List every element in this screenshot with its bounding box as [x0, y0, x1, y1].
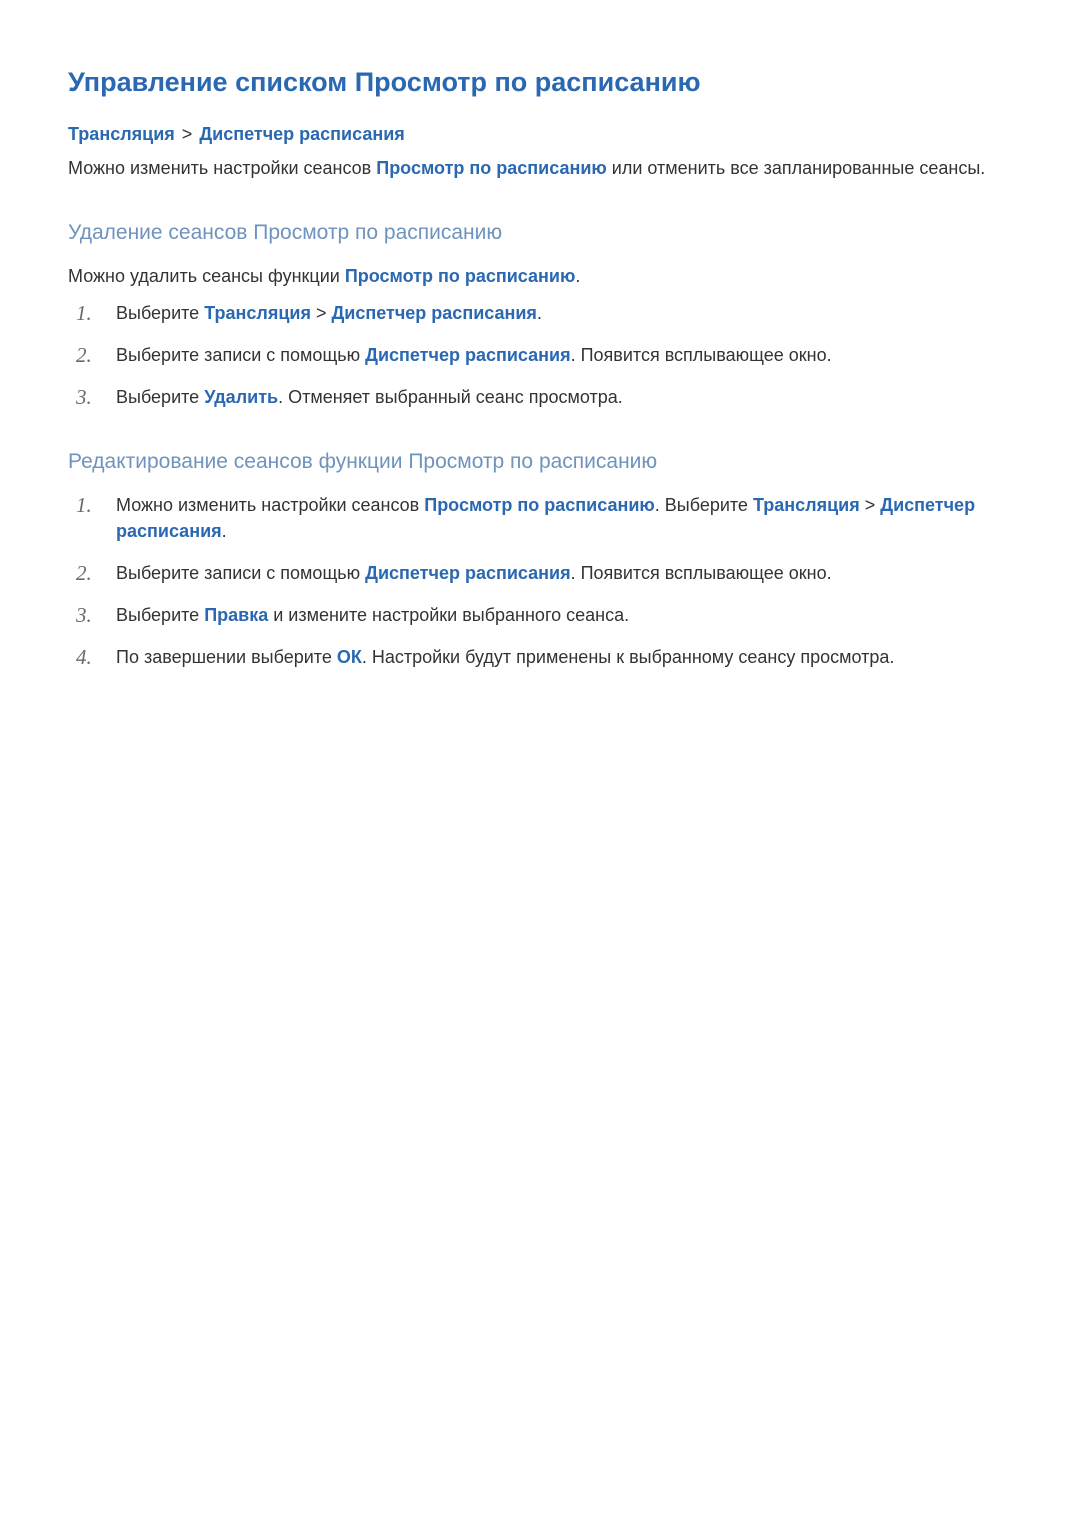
list-item: Можно изменить настройки сеансов Просмот…	[112, 492, 1012, 544]
text: >	[311, 303, 332, 323]
list-item: Выберите Трансляция > Диспетчер расписан…	[112, 300, 1012, 326]
text: . Появится всплывающее окно.	[571, 563, 832, 583]
text: Выберите	[116, 303, 204, 323]
keyword: Просмотр по расписанию	[424, 495, 655, 515]
page-title: Управление списком Просмотр по расписани…	[68, 66, 1012, 98]
text: . Появится всплывающее окно.	[571, 345, 832, 365]
keyword: Просмотр по расписанию	[376, 158, 607, 178]
text: и измените настройки выбранного сеанса.	[268, 605, 629, 625]
section-heading-edit: Редактирование сеансов функции Просмотр …	[68, 450, 1012, 474]
text: >	[860, 495, 881, 515]
intro-paragraph: Можно изменить настройки сеансов Просмот…	[68, 155, 1012, 181]
list-item: Выберите Удалить. Отменяет выбранный сеа…	[112, 384, 1012, 410]
text: Можно изменить настройки сеансов	[68, 158, 376, 178]
keyword: Диспетчер расписания	[365, 345, 570, 365]
text: Выберите	[116, 387, 204, 407]
keyword: Удалить	[204, 387, 278, 407]
section-heading-delete: Удаление сеансов Просмотр по расписанию	[68, 221, 1012, 245]
text: Выберите	[116, 605, 204, 625]
keyword: Трансляция	[753, 495, 860, 515]
keyword: Правка	[204, 605, 268, 625]
list-item: Выберите записи с помощью Диспетчер расп…	[112, 560, 1012, 586]
text: Можно изменить настройки сеансов	[116, 495, 424, 515]
text: . Отменяет выбранный сеанс просмотра.	[278, 387, 623, 407]
keyword: Диспетчер расписания	[365, 563, 570, 583]
keyword: ОК	[337, 647, 362, 667]
keyword: Трансляция	[204, 303, 311, 323]
text: или отменить все запланированные сеансы.	[607, 158, 986, 178]
list-item: Выберите Правка и измените настройки выб…	[112, 602, 1012, 628]
section2-steps: Можно изменить настройки сеансов Просмот…	[68, 492, 1012, 670]
breadcrumb-part-2: Диспетчер расписания	[199, 124, 404, 144]
text: По завершении выберите	[116, 647, 337, 667]
keyword: Диспетчер расписания	[331, 303, 536, 323]
text: .	[575, 266, 580, 286]
text: . Настройки будут применены к выбранному…	[362, 647, 895, 667]
breadcrumb-separator: >	[182, 124, 193, 144]
list-item: По завершении выберите ОК. Настройки буд…	[112, 644, 1012, 670]
text: Выберите записи с помощью	[116, 345, 365, 365]
section1-lead: Можно удалить сеансы функции Просмотр по…	[68, 263, 1012, 289]
document-page: Управление списком Просмотр по расписани…	[0, 0, 1080, 1527]
text: . Выберите	[655, 495, 753, 515]
text: Можно удалить сеансы функции	[68, 266, 345, 286]
text: .	[537, 303, 542, 323]
text: Выберите записи с помощью	[116, 563, 365, 583]
section1-steps: Выберите Трансляция > Диспетчер расписан…	[68, 300, 1012, 410]
list-item: Выберите записи с помощью Диспетчер расп…	[112, 342, 1012, 368]
text: .	[222, 521, 227, 541]
breadcrumb: Трансляция > Диспетчер расписания	[68, 124, 1012, 145]
breadcrumb-part-1: Трансляция	[68, 124, 175, 144]
keyword: Просмотр по расписанию	[345, 266, 576, 286]
